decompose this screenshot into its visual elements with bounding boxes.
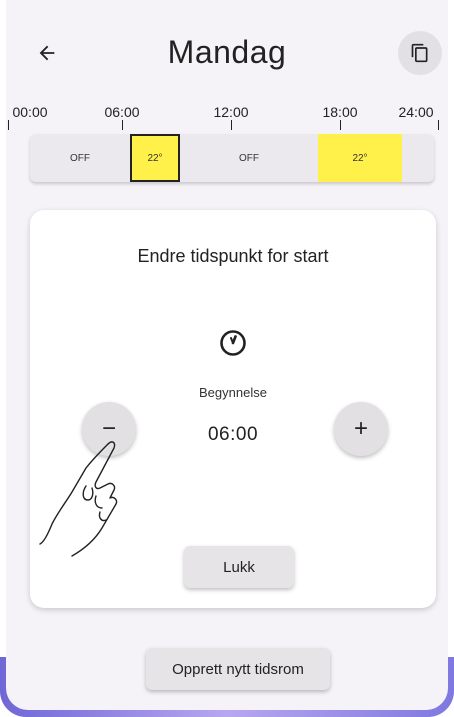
- schedule-screen: Mandag 00:00 06:00 12:00 18:00 24:00 OFF…: [6, 0, 448, 710]
- time-label-24: 24:00: [398, 104, 434, 120]
- clock-icon: [220, 330, 246, 356]
- page-title: Mandag: [167, 34, 287, 70]
- time-label-6: 06:00: [104, 104, 140, 120]
- time-tick: [438, 120, 439, 130]
- time-tick: [231, 120, 232, 130]
- segment-on-evening[interactable]: 22°: [318, 134, 402, 182]
- segment-label: OFF: [70, 152, 90, 164]
- segment-on-morning[interactable]: 22°: [130, 134, 180, 182]
- time-tick: [122, 120, 123, 130]
- increment-button[interactable]: +: [334, 402, 388, 456]
- time-tick: [340, 120, 341, 130]
- segment-label: 22°: [352, 152, 368, 164]
- copy-button[interactable]: [398, 31, 442, 75]
- create-time-slot-button[interactable]: Opprett nytt tidsrom: [146, 648, 330, 690]
- time-label-12: 12:00: [213, 104, 249, 120]
- segment-label: 22°: [147, 152, 163, 164]
- time-label-0: 00:00: [12, 104, 48, 120]
- close-button[interactable]: Lukk: [184, 546, 294, 588]
- card-title: Endre tidspunkt for start: [137, 246, 329, 266]
- decrement-button[interactable]: −: [82, 402, 136, 456]
- segment-label: OFF: [239, 152, 259, 164]
- edit-start-time-card: Endre tidspunkt for start Begynnelse 06:…: [30, 210, 436, 608]
- time-label-18: 18:00: [322, 104, 358, 120]
- segment-off-day[interactable]: OFF: [180, 134, 318, 182]
- time-tick: [8, 120, 9, 130]
- copy-icon: [411, 43, 428, 63]
- start-field-label: Begynnelse: [199, 385, 267, 400]
- schedule-bar: OFF 22° OFF 22°: [30, 134, 434, 182]
- segment-off-morning[interactable]: OFF: [30, 134, 130, 182]
- app-frame: Mandag 00:00 06:00 12:00 18:00 24:00 OFF…: [0, 0, 454, 717]
